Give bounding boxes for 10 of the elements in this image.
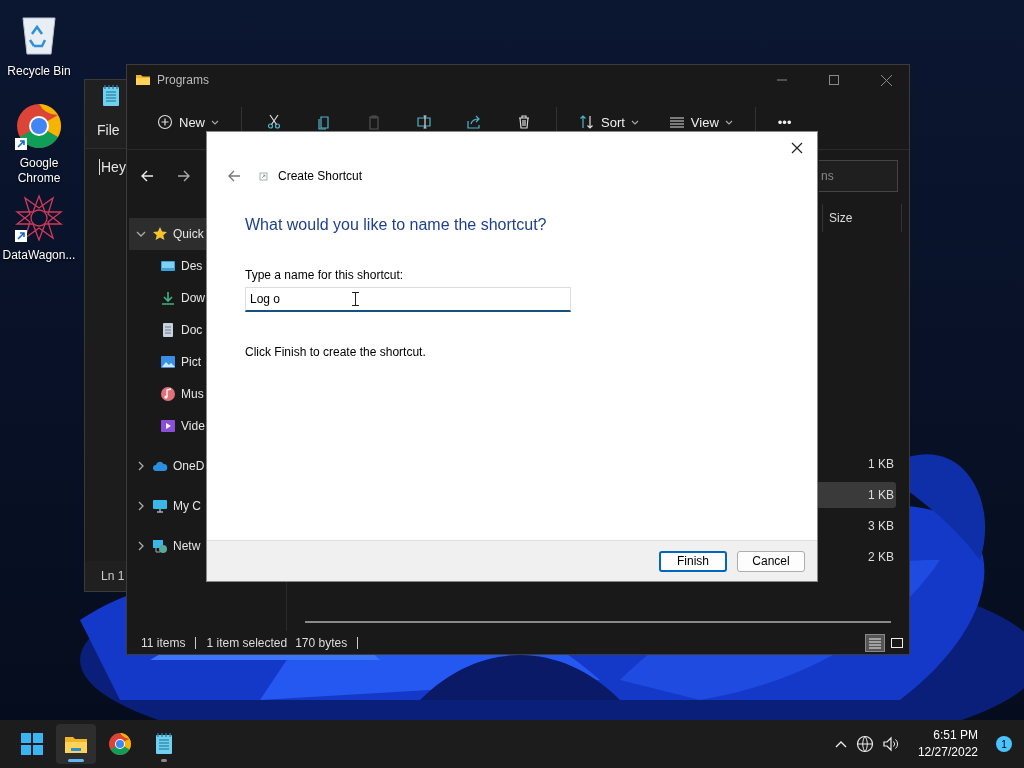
field-label: Type a name for this shortcut: xyxy=(245,268,405,282)
selection-count: 1 item selected xyxy=(206,636,289,649)
status-text: Ln 1 xyxy=(101,569,125,583)
instruction-text: Click Finish to create the shortcut. xyxy=(245,345,427,359)
dialog-title: Create Shortcut xyxy=(278,169,363,183)
selection-size: 170 bytes xyxy=(295,636,359,649)
item-count: 11 items xyxy=(141,636,197,649)
dialog-heading: What would you like to name the shortcut? xyxy=(245,216,548,234)
document-text: Hey xyxy=(99,159,126,175)
window-title: Programs xyxy=(157,73,209,87)
